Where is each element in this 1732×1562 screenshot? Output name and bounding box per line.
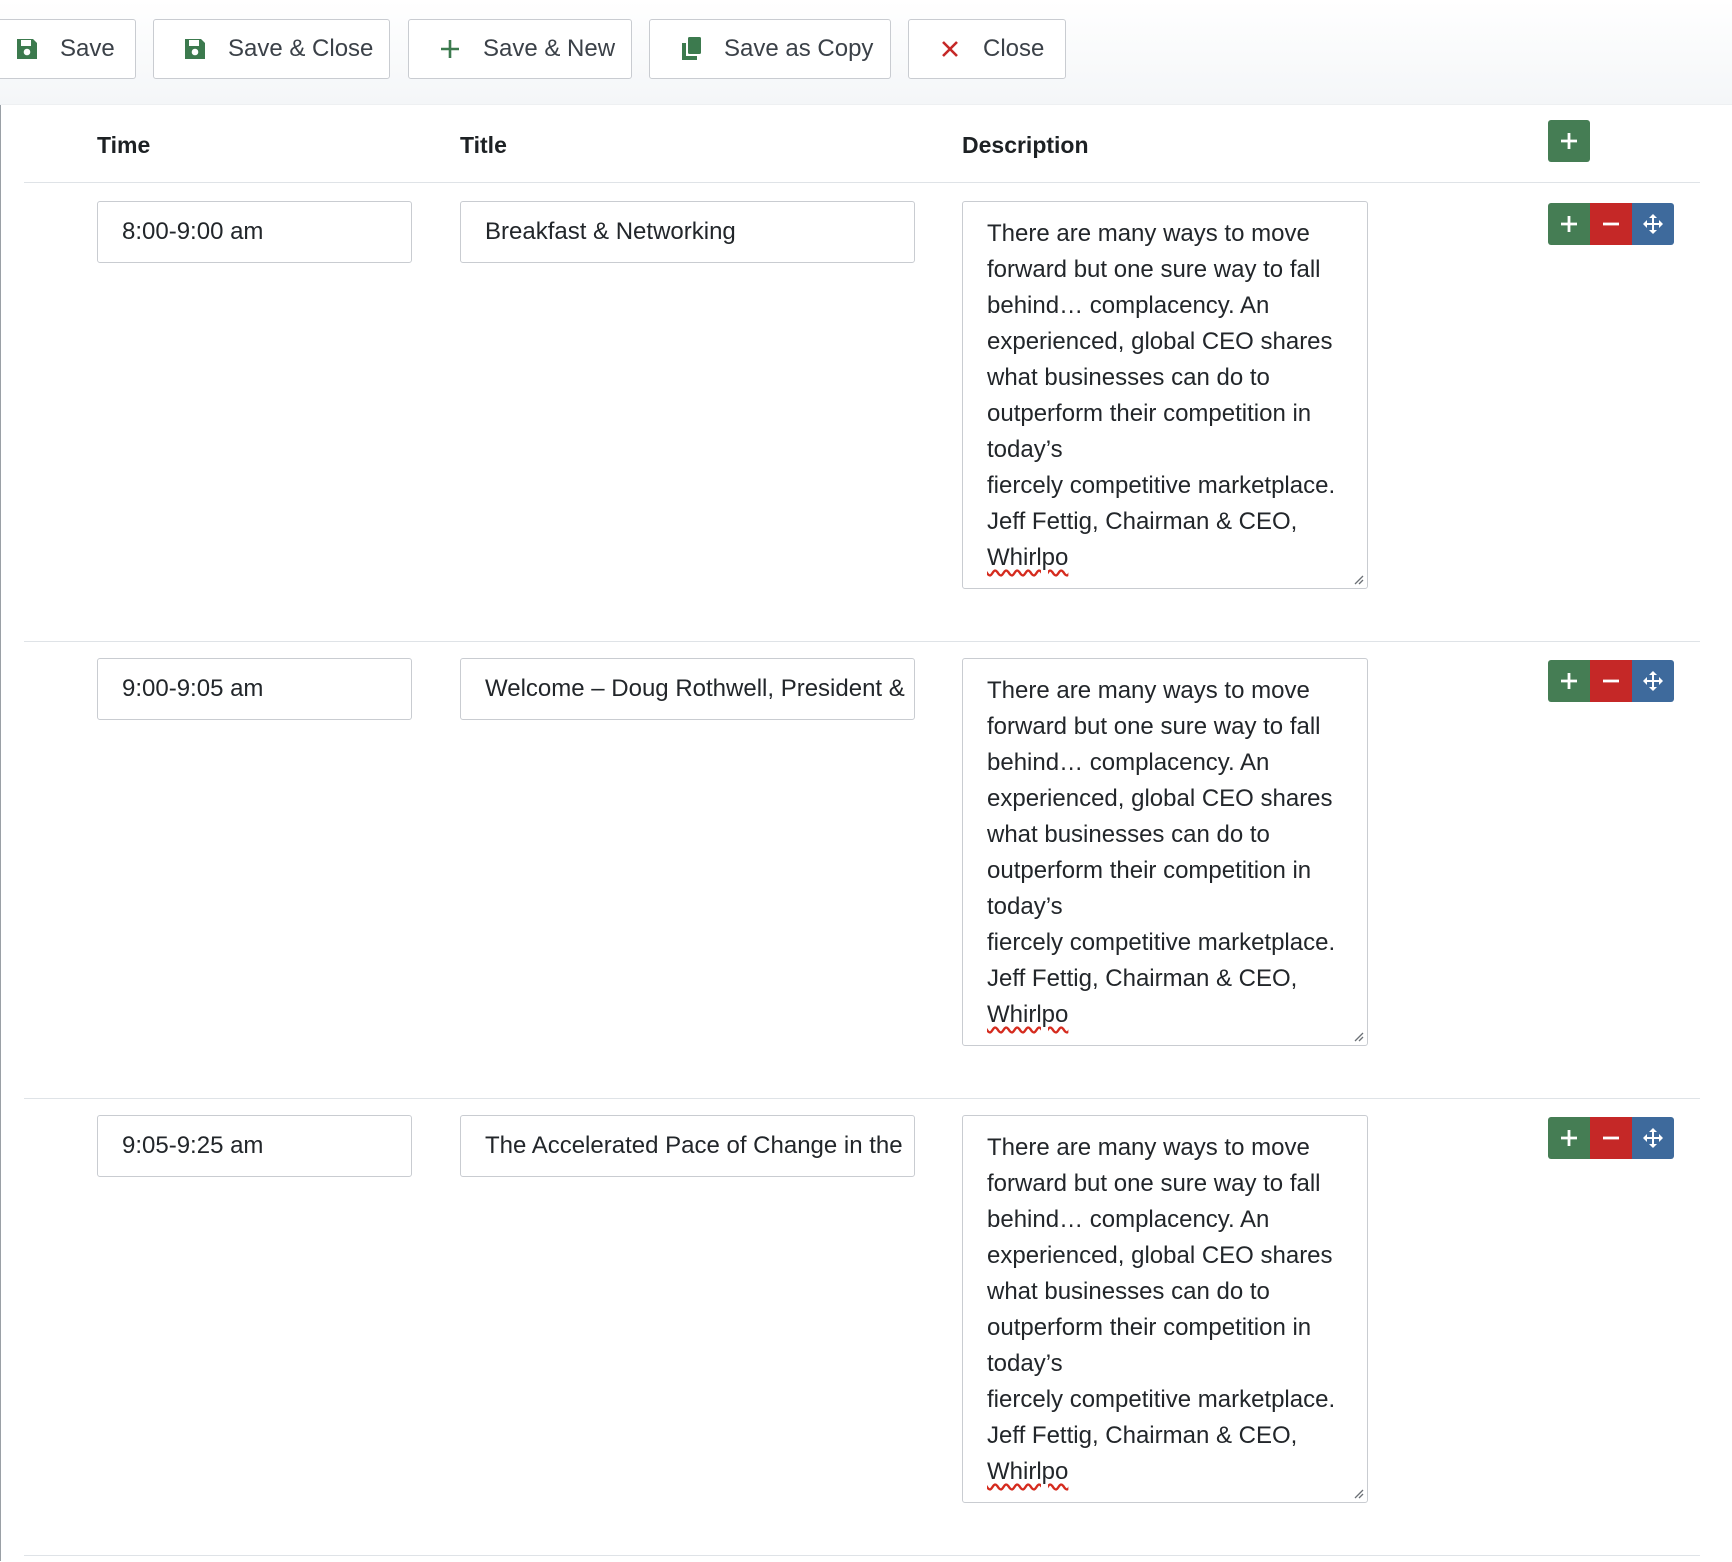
move-row-handle[interactable]	[1632, 1117, 1674, 1159]
save-and-new-button[interactable]: Save & New	[408, 19, 632, 79]
table-header: Time Title Description	[24, 104, 1700, 183]
move-row-handle[interactable]	[1632, 660, 1674, 702]
remove-row-button[interactable]	[1590, 660, 1632, 702]
description-line: experienced, global CEO shares	[987, 328, 1333, 355]
description-line: behind… complacency. An	[987, 1206, 1270, 1233]
description-line: Jeff Fettig, Chairman & CEO,	[987, 965, 1298, 992]
save-button[interactable]: Save	[0, 19, 136, 79]
description-line: today’s	[987, 893, 1063, 920]
time-input[interactable]: 9:05-9:25 am	[97, 1115, 412, 1177]
save-and-close-button[interactable]: Save & Close	[153, 19, 390, 79]
description-line: what businesses can do to	[987, 1278, 1270, 1305]
description-line: There are many ways to move	[987, 220, 1310, 247]
column-header-description: Description	[962, 132, 1089, 158]
remove-row-button[interactable]	[1590, 1117, 1632, 1159]
copy-icon	[678, 36, 704, 62]
move-arrows-icon	[1643, 671, 1663, 691]
description-line: experienced, global CEO shares	[987, 785, 1333, 812]
minus-icon	[1603, 679, 1619, 683]
plus-icon	[1561, 1130, 1577, 1146]
table-row: 9:00-9:05 am Welcome – Doug Rothwell, Pr…	[24, 640, 1700, 1099]
description-line: outperform their competition in	[987, 1314, 1312, 1341]
description-line: forward but one sure way to fall	[987, 1170, 1321, 1197]
close-button[interactable]: Close	[908, 19, 1066, 79]
description-line: There are many ways to move	[987, 677, 1310, 704]
table-row: 9:05-9:25 am The Accelerated Pace of Cha…	[24, 1097, 1700, 1556]
description-line: what businesses can do to	[987, 364, 1270, 391]
minus-icon	[1603, 1136, 1619, 1140]
resize-handle-icon[interactable]	[1352, 1487, 1364, 1499]
save-and-close-label: Save & Close	[228, 35, 374, 62]
remove-row-button[interactable]	[1590, 203, 1632, 245]
x-icon	[937, 36, 963, 62]
move-arrows-icon	[1643, 1128, 1663, 1148]
row-controls	[1548, 1117, 1676, 1159]
description-line: experienced, global CEO shares	[987, 1242, 1333, 1269]
plus-icon	[1561, 216, 1577, 232]
description-line: outperform their competition in	[987, 857, 1312, 884]
misspelled-word: Whirlpo	[987, 1001, 1069, 1028]
description-line: forward but one sure way to fall	[987, 256, 1321, 283]
description-line: outperform their competition in	[987, 400, 1312, 427]
resize-handle-icon[interactable]	[1352, 1030, 1364, 1042]
resize-handle-icon[interactable]	[1352, 573, 1364, 585]
add-row-button[interactable]	[1548, 120, 1590, 162]
description-line: forward but one sure way to fall	[987, 713, 1321, 740]
description-line: today’s	[987, 1350, 1063, 1377]
floppy-disk-icon	[182, 36, 208, 62]
move-arrows-icon	[1643, 214, 1663, 234]
save-as-copy-label: Save as Copy	[724, 35, 874, 62]
close-label: Close	[983, 35, 1045, 62]
column-header-time: Time	[97, 132, 151, 158]
toolbar: Save Save & Close Save & New Save as Cop…	[0, 0, 1732, 105]
description-line: fiercely competitive marketplace.	[987, 929, 1336, 956]
description-line: Jeff Fettig, Chairman & CEO,	[987, 508, 1298, 535]
table-row: 8:00-9:00 am Breakfast & Networking Ther…	[24, 183, 1700, 642]
add-row-button[interactable]	[1548, 660, 1590, 702]
description-line: behind… complacency. An	[987, 292, 1270, 319]
title-input[interactable]: Breakfast & Networking	[460, 201, 915, 263]
save-label: Save	[60, 35, 115, 62]
description-line: Jeff Fettig, Chairman & CEO,	[987, 1422, 1298, 1449]
title-input[interactable]: The Accelerated Pace of Change in the	[460, 1115, 915, 1177]
description-line: fiercely competitive marketplace.	[987, 472, 1336, 499]
time-input[interactable]: 9:00-9:05 am	[97, 658, 412, 720]
misspelled-word: Whirlpo	[987, 544, 1069, 571]
description-line: behind… complacency. An	[987, 749, 1270, 776]
add-row-button[interactable]	[1548, 1117, 1590, 1159]
plus-icon	[437, 36, 463, 62]
row-controls	[1548, 203, 1676, 245]
save-as-copy-button[interactable]: Save as Copy	[649, 19, 891, 79]
time-input[interactable]: 8:00-9:00 am	[97, 201, 412, 263]
floppy-disk-icon	[14, 36, 40, 62]
column-header-title: Title	[460, 132, 507, 158]
add-row-button[interactable]	[1548, 203, 1590, 245]
title-input[interactable]: Welcome – Doug Rothwell, President &	[460, 658, 915, 720]
description-line: fiercely competitive marketplace.	[987, 1386, 1336, 1413]
description-line: what businesses can do to	[987, 821, 1270, 848]
plus-icon	[1561, 133, 1577, 149]
save-and-new-label: Save & New	[483, 35, 616, 62]
row-controls	[1548, 660, 1676, 702]
description-line: There are many ways to move	[987, 1134, 1310, 1161]
description-textarea[interactable]: There are many ways to move forward but …	[962, 1115, 1368, 1503]
description-line: today’s	[987, 436, 1063, 463]
description-textarea[interactable]: There are many ways to move forward but …	[962, 658, 1368, 1046]
plus-icon	[1561, 673, 1577, 689]
description-textarea[interactable]: There are many ways to move forward but …	[962, 201, 1368, 589]
move-row-handle[interactable]	[1632, 203, 1674, 245]
minus-icon	[1603, 222, 1619, 226]
misspelled-word: Whirlpo	[987, 1458, 1069, 1485]
